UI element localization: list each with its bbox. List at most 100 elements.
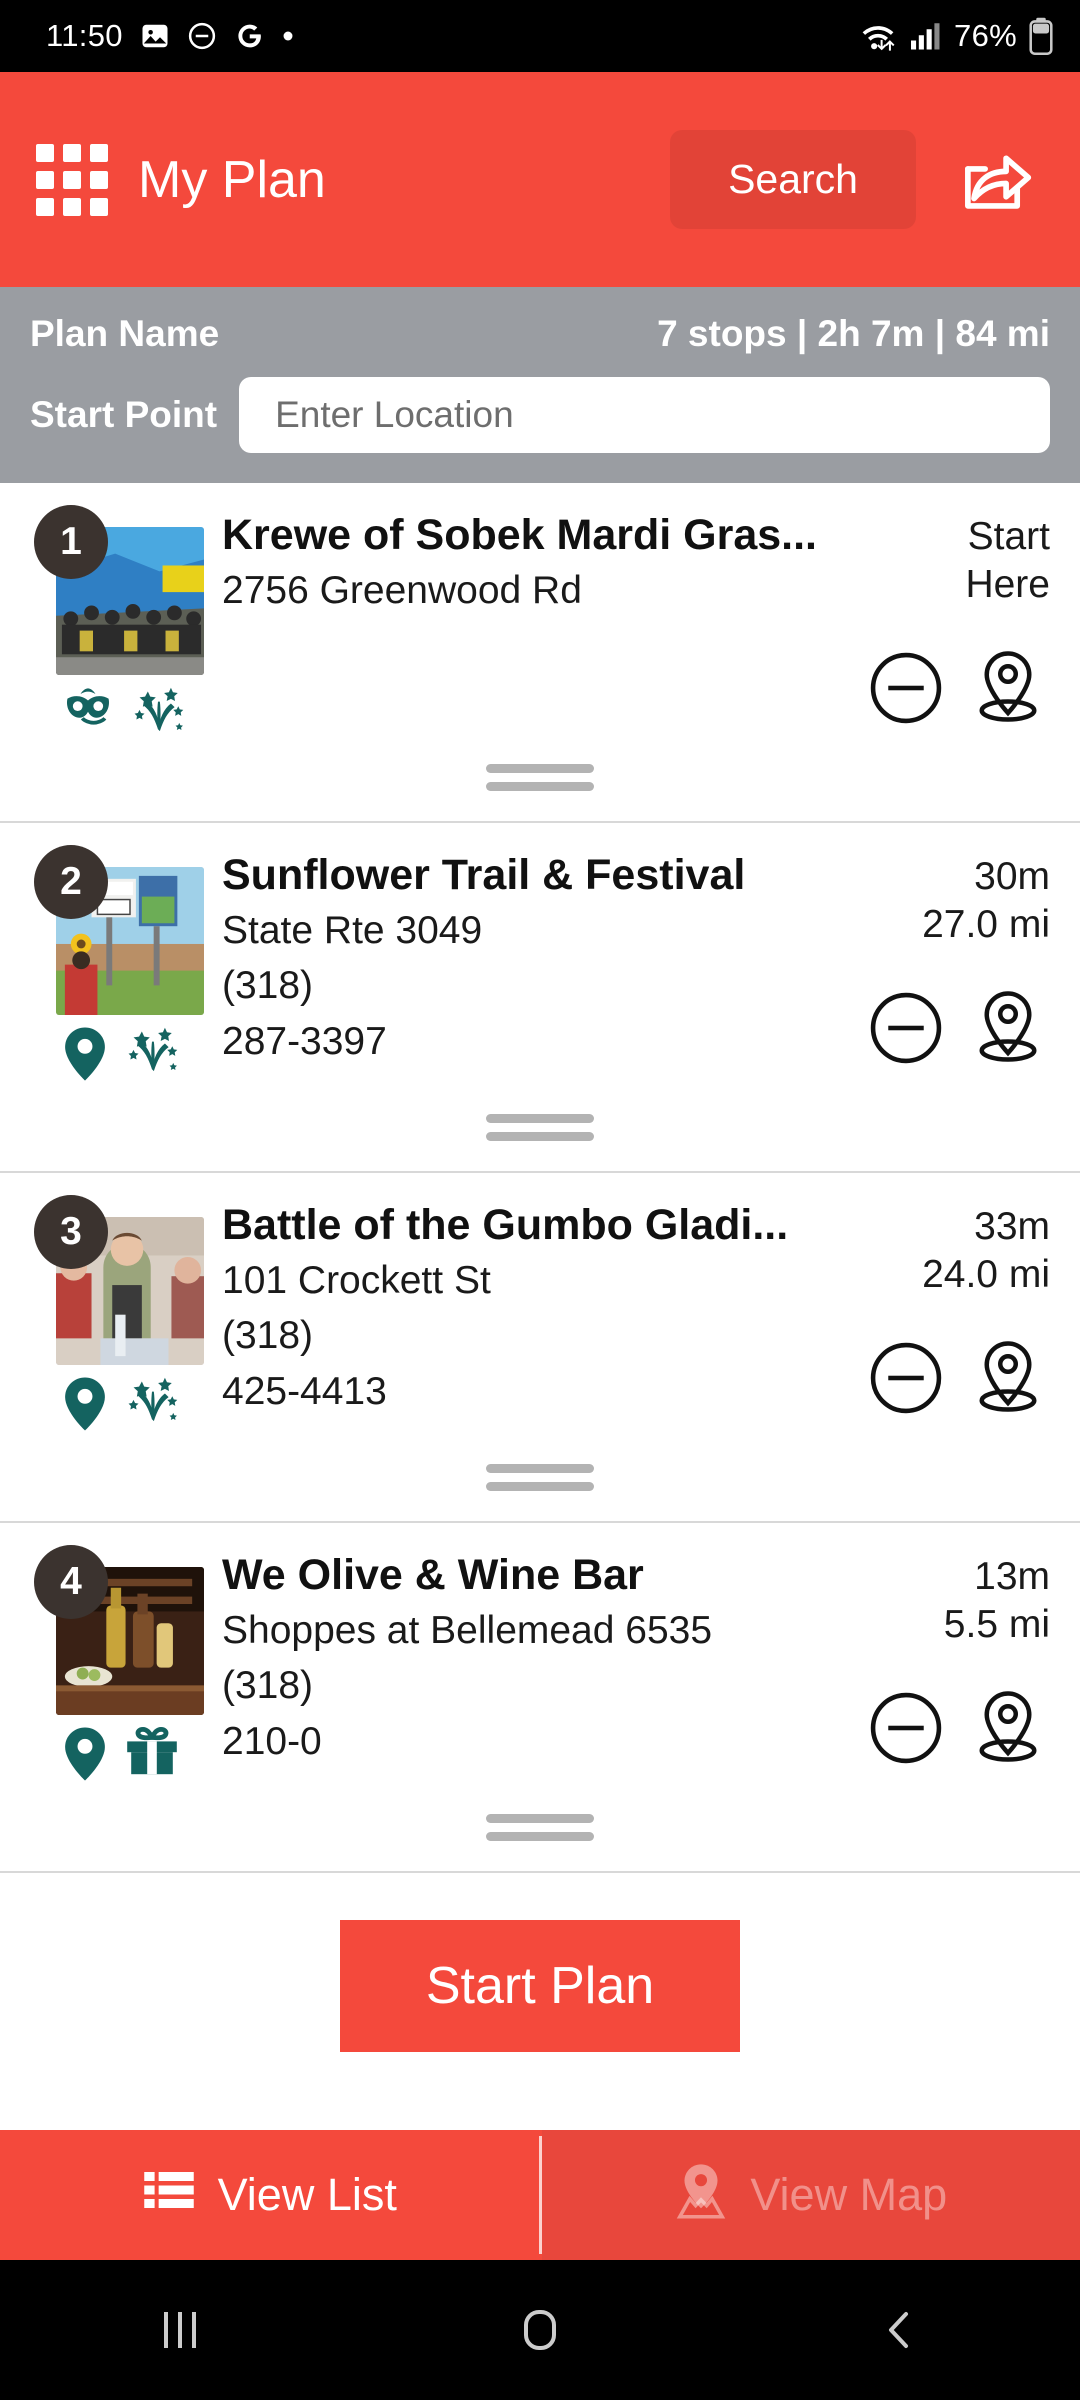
app-header: My Plan Search	[0, 72, 1080, 287]
stop-actions	[854, 988, 1050, 1073]
stop-address: State Rte 3049	[222, 908, 483, 952]
drag-handle[interactable]	[0, 1788, 1080, 1871]
minus-circle-icon[interactable]	[868, 1690, 944, 1771]
map-pin-icon[interactable]	[970, 1688, 1046, 1773]
stop-row-2[interactable]: 2 Sunflower Trail & Festival State Rte 3…	[0, 823, 1080, 1173]
share-icon[interactable]	[958, 145, 1032, 215]
stop-meta: 33m 24.0 mi	[854, 1199, 1050, 1438]
stop-phone-area[interactable]: (318)	[222, 1662, 854, 1710]
stop-number-badge: 4	[34, 1545, 108, 1619]
stop-phone-number[interactable]: 287-3397	[222, 1018, 854, 1066]
map-pin-icon[interactable]	[970, 648, 1046, 733]
stop-time: 30m	[974, 855, 1050, 898]
tab-view-map-label: View Map	[750, 2169, 948, 2220]
android-nav-bar	[0, 2260, 1080, 2400]
stop-details: Krewe of Sobek Mardi Gras... 2756 Greenw…	[204, 509, 854, 738]
stop-phone-number[interactable]: 425-4413	[222, 1368, 854, 1416]
stop-content: 3 Battle of the Gumbo Gladi... 101 Crock…	[0, 1195, 1080, 1438]
stop-address: 101 Crockett St	[222, 1258, 491, 1302]
stop-title: Sunflower Trail & Festival	[222, 853, 746, 899]
page-title: My Plan	[138, 150, 326, 209]
stop-details: Battle of the Gumbo Gladi... 101 Crocket…	[204, 1199, 854, 1438]
tab-view-map[interactable]: View Map	[541, 2130, 1080, 2260]
stop-phone-area[interactable]: (318)	[222, 1312, 854, 1360]
list-icon	[142, 2163, 196, 2228]
stop-category-icons	[56, 1375, 204, 1438]
stop-meta: Start Here	[854, 509, 1050, 738]
app-screen: 11:50 76% My Plan Search Plan Name 7 sto…	[0, 0, 1080, 2400]
back-icon[interactable]	[720, 2306, 1080, 2354]
map-pin-icon[interactable]	[970, 1338, 1046, 1423]
stop-title: Battle of the Gumbo Gladi...	[222, 1203, 789, 1249]
image-icon	[140, 21, 170, 51]
stop-content: 2 Sunflower Trail & Festival State Rte 3…	[0, 845, 1080, 1088]
start-plan-button[interactable]: Start Plan	[340, 1920, 740, 2052]
stop-distance: Here	[965, 562, 1050, 606]
map-pin-icon	[60, 1375, 110, 1438]
google-icon	[234, 21, 264, 51]
stop-distance: 5.5 mi	[943, 1602, 1050, 1646]
mardi-gras-mask-icon	[60, 685, 116, 736]
plan-name-row: Plan Name 7 stops | 2h 7m | 84 mi	[30, 313, 1050, 355]
search-button[interactable]: Search	[670, 130, 916, 229]
stop-row-3[interactable]: 3 Battle of the Gumbo Gladi... 101 Crock…	[0, 1173, 1080, 1523]
minus-circle-icon[interactable]	[868, 1340, 944, 1421]
stop-category-icons	[56, 1725, 204, 1788]
stop-number-badge: 2	[34, 845, 108, 919]
start-point-input[interactable]	[239, 377, 1050, 453]
stop-category-icons	[56, 1025, 204, 1088]
wifi-icon	[858, 19, 898, 53]
stop-content: 4 We Olive & Wine Bar Shoppes at Belleme…	[0, 1545, 1080, 1788]
gift-icon	[124, 1725, 180, 1782]
tab-view-list[interactable]: View List	[0, 2130, 539, 2260]
stop-number-badge: 3	[34, 1195, 108, 1269]
stop-actions	[854, 648, 1050, 733]
stop-distance: 27.0 mi	[922, 902, 1050, 946]
bottom-tab-bar: View List View Map	[0, 2130, 1080, 2260]
stop-thumbnail-column: 3	[34, 1195, 204, 1438]
stop-thumbnail-column: 4	[34, 1545, 204, 1788]
plan-name-label: Plan Name	[30, 313, 220, 354]
status-bar: 11:50 76%	[0, 0, 1080, 72]
status-bar-clock: 11:50	[46, 18, 123, 53]
start-point-label: Start Point	[30, 394, 218, 435]
status-bar-left: 11:50	[46, 18, 295, 54]
stop-actions	[854, 1688, 1050, 1773]
stop-row-1[interactable]: 1 Krewe of Sobek Mardi Gras... 2756 Gree…	[0, 483, 1080, 823]
drag-handle[interactable]	[0, 1438, 1080, 1521]
plan-stats: 7 stops | 2h 7m | 84 mi	[657, 313, 1050, 354]
do-not-disturb-icon	[187, 21, 217, 51]
dot-icon	[281, 29, 295, 43]
stop-title: We Olive & Wine Bar	[222, 1553, 644, 1599]
cellular-signal-icon	[909, 21, 943, 51]
stop-title: Krewe of Sobek Mardi Gras...	[222, 513, 818, 559]
map-pin-icon	[60, 1725, 110, 1788]
battery-percent-label: 76%	[954, 18, 1017, 53]
map-pin-icon[interactable]	[970, 988, 1046, 1073]
grid-menu-icon[interactable]	[36, 143, 108, 216]
drag-handle[interactable]	[0, 738, 1080, 821]
stop-distance: 24.0 mi	[922, 1252, 1050, 1296]
tab-view-list-label: View List	[217, 2169, 397, 2220]
start-point-row: Start Point	[30, 377, 1050, 453]
stop-phone-area[interactable]: (318)	[222, 962, 854, 1010]
stop-row-4[interactable]: 4 We Olive & Wine Bar Shoppes at Belleme…	[0, 1523, 1080, 1873]
stop-details: We Olive & Wine Bar Shoppes at Bellemead…	[204, 1549, 854, 1788]
stop-phone-number[interactable]: 210-0	[222, 1718, 854, 1766]
fireworks-icon	[124, 1375, 180, 1428]
stop-content: 1 Krewe of Sobek Mardi Gras... 2756 Gree…	[0, 505, 1080, 738]
map-pin-icon	[674, 2161, 728, 2230]
status-bar-right: 76%	[858, 17, 1054, 55]
home-icon[interactable]	[360, 2306, 720, 2354]
stop-address: Shoppes at Bellemead 6535	[222, 1608, 713, 1652]
fireworks-icon	[124, 1025, 180, 1078]
stop-category-icons	[56, 685, 204, 738]
minus-circle-icon[interactable]	[868, 990, 944, 1071]
stop-number-badge: 1	[34, 505, 108, 579]
minus-circle-icon[interactable]	[868, 650, 944, 731]
drag-handle[interactable]	[0, 1088, 1080, 1171]
stop-address: 2756 Greenwood Rd	[222, 568, 582, 612]
map-pin-icon	[60, 1025, 110, 1088]
stop-time: 33m	[974, 1205, 1050, 1248]
recents-icon[interactable]	[0, 2306, 360, 2354]
